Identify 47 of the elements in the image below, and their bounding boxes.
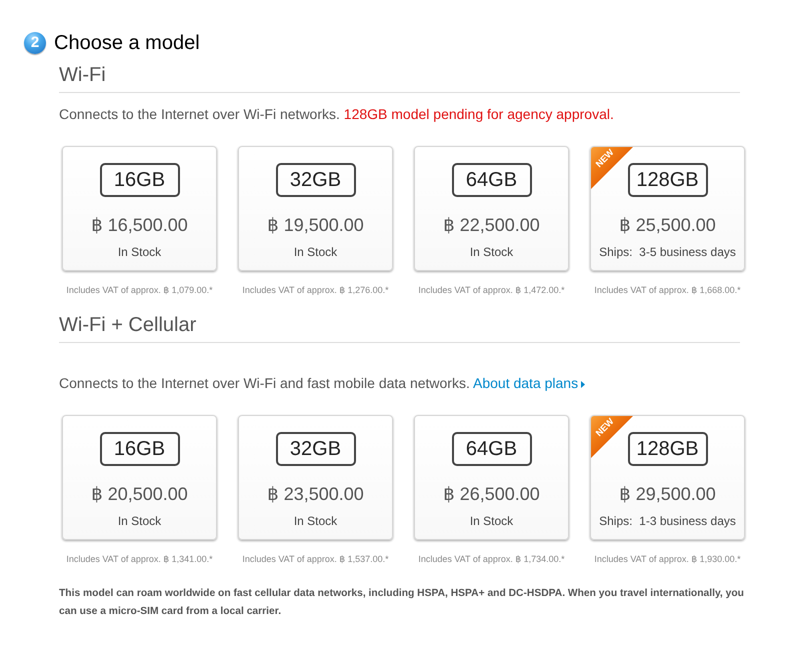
capacity-label: 64GB <box>452 163 532 197</box>
model-card[interactable]: 32GB ฿ 23,500.00 In Stock <box>238 415 393 540</box>
model-card[interactable]: 64GB ฿ 26,500.00 In Stock <box>414 415 569 540</box>
capacity-label: 16GB <box>100 432 180 466</box>
price-text: ฿ 22,500.00 <box>443 214 540 236</box>
step-number: 2 <box>24 32 46 54</box>
vat-note: Includes VAT of approx. ฿ 1,472.00.* <box>418 284 565 296</box>
vat-note: Includes VAT of approx. ฿ 1,930.00.* <box>594 553 741 565</box>
price-text: ฿ 26,500.00 <box>443 483 540 505</box>
price-text: ฿ 29,500.00 <box>619 483 716 505</box>
availability-text: In Stock <box>118 513 162 529</box>
availability-text: Ships: 3-5 business days <box>599 244 736 260</box>
capacity-label: 64GB <box>452 432 532 466</box>
price-text: ฿ 25,500.00 <box>619 214 716 236</box>
price-text: ฿ 19,500.00 <box>267 214 364 236</box>
description-text: Connects to the Internet over Wi-Fi networks. 128GB model pending for agency approval. <box>59 105 614 123</box>
availability-text: In Stock <box>118 244 162 260</box>
description-text: Connects to the Internet over Wi-Fi and fast mobile data networks. About data plans <box>59 374 586 392</box>
vat-note: Includes VAT of approx. ฿ 1,276.00.* <box>242 284 389 296</box>
availability-text: In Stock <box>294 513 338 529</box>
footnote-text: This model can roam worldwide on fast cellular data networks, including HSPA, HSPA+ and DC-HSDPA. When you travel internationally, you can use a micro-SIM card from a local carrier. <box>59 587 745 619</box>
price-text: ฿ 23,500.00 <box>267 483 364 505</box>
price-text: ฿ 16,500.00 <box>91 214 188 236</box>
capacity-label: 128GB <box>628 163 708 197</box>
capacity-label: 32GB <box>276 432 356 466</box>
capacity-label: 32GB <box>276 163 356 197</box>
model-card[interactable]: 16GB ฿ 20,500.00 In Stock <box>62 415 217 540</box>
capacity-label: 128GB <box>628 432 708 466</box>
vat-note: Includes VAT of approx. ฿ 1,341.00.* <box>66 553 213 565</box>
vat-note: Includes VAT of approx. ฿ 1,668.00.* <box>594 284 741 296</box>
availability-text: In Stock <box>294 244 338 260</box>
vat-note: Includes VAT of approx. ฿ 1,537.00.* <box>242 553 389 565</box>
capacity-label: 16GB <box>100 163 180 197</box>
model-card[interactable]: 64GB ฿ 22,500.00 In Stock <box>414 146 569 271</box>
model-card[interactable]: 32GB ฿ 19,500.00 In Stock <box>238 146 393 271</box>
vat-note: Includes VAT of approx. ฿ 1,734.00.* <box>418 553 565 565</box>
section-title: Wi-Fi <box>59 63 106 87</box>
price-text: ฿ 20,500.00 <box>91 483 188 505</box>
data-plans-link[interactable]: About data plans <box>473 375 586 391</box>
caret-right-icon <box>581 381 586 388</box>
availability-text: In Stock <box>470 513 514 529</box>
availability-text: Ships: 1-3 business days <box>599 513 736 529</box>
availability-text: In Stock <box>470 244 514 260</box>
page-title: Choose a model <box>54 32 200 54</box>
section-title: Wi-Fi + Cellular <box>59 313 196 337</box>
model-card[interactable]: 16GB ฿ 16,500.00 In Stock <box>62 146 217 271</box>
vat-note: Includes VAT of approx. ฿ 1,079.00.* <box>66 284 213 296</box>
